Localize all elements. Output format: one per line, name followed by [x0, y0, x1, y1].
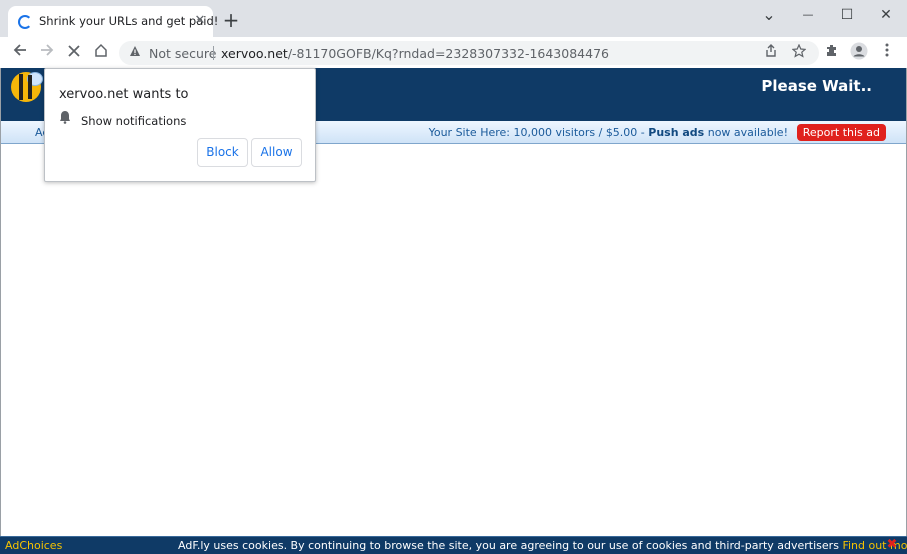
omnibox-divider [213, 46, 214, 60]
menu-icon[interactable] [877, 42, 897, 62]
cookie-bar: AdChoices AdF.ly uses cookies. By contin… [0, 536, 907, 554]
share-icon[interactable] [764, 44, 778, 62]
bee-logo[interactable] [11, 72, 43, 102]
warning-icon[interactable] [129, 45, 141, 60]
back-icon[interactable] [9, 41, 31, 63]
adbar-prefix: Your Site Here: 10,000 visitors / $5.00 … [428, 126, 649, 139]
popup-message: Show notifications [81, 114, 187, 128]
bell-icon [59, 110, 71, 128]
close-window-button[interactable]: ✕ [868, 4, 904, 26]
home-icon[interactable] [90, 41, 112, 63]
cookie-text: AdF.ly uses cookies. By continuing to br… [178, 539, 907, 552]
loading-spinner-icon [18, 15, 32, 29]
report-ad-button[interactable]: Report this ad [796, 124, 886, 141]
notification-permission-popup: xervoo.net wants to Show notifications B… [44, 68, 316, 182]
tab-close-icon[interactable]: ✕ [191, 12, 209, 30]
url-domain: xervoo.net [221, 46, 288, 61]
forward-icon[interactable] [36, 41, 58, 63]
browser-toolbar: Not secure xervoo.net/-81170GOFB/Kq?rnda… [0, 37, 907, 68]
popup-title: xervoo.net wants to [59, 87, 189, 102]
new-tab-button[interactable]: + [221, 10, 241, 31]
adchoices-link[interactable]: AdChoices [5, 539, 62, 552]
url-path: /-81170GOFB/Kq?rndad=2328307332-16430844… [287, 46, 609, 61]
bee-wing [27, 72, 43, 86]
adbar-bold: Push ads [648, 126, 705, 139]
tab-search-icon[interactable]: ⌄ [751, 4, 787, 26]
profile-icon[interactable] [849, 42, 869, 62]
allow-button[interactable]: Allow [251, 138, 302, 167]
minimize-button[interactable]: — [790, 4, 826, 26]
block-button[interactable]: Block [197, 138, 248, 167]
cookie-close-icon[interactable]: ✖ [885, 537, 899, 553]
extensions-icon[interactable] [822, 42, 842, 62]
address-bar[interactable]: Not secure xervoo.net/-81170GOFB/Kq?rnda… [119, 41, 819, 65]
security-label[interactable]: Not secure [149, 46, 216, 61]
url-text[interactable]: xervoo.net/-81170GOFB/Kq?rndad=232830733… [221, 46, 609, 61]
maximize-button[interactable]: ☐ [829, 4, 865, 26]
stop-icon[interactable] [63, 41, 85, 63]
cookie-message: AdF.ly uses cookies. By continuing to br… [178, 539, 843, 552]
adbar-promo-text[interactable]: Your Site Here: 10,000 visitors / $5.00 … [429, 126, 788, 139]
please-wait-text: Please Wait.. [761, 77, 872, 95]
star-icon[interactable] [791, 43, 807, 62]
tab-strip: Shrink your URLs and get paid! ✕ + ⌄ — ☐… [0, 0, 907, 37]
adbar-suffix: now available! [704, 126, 788, 139]
active-tab[interactable]: Shrink your URLs and get paid! ✕ [8, 6, 218, 37]
